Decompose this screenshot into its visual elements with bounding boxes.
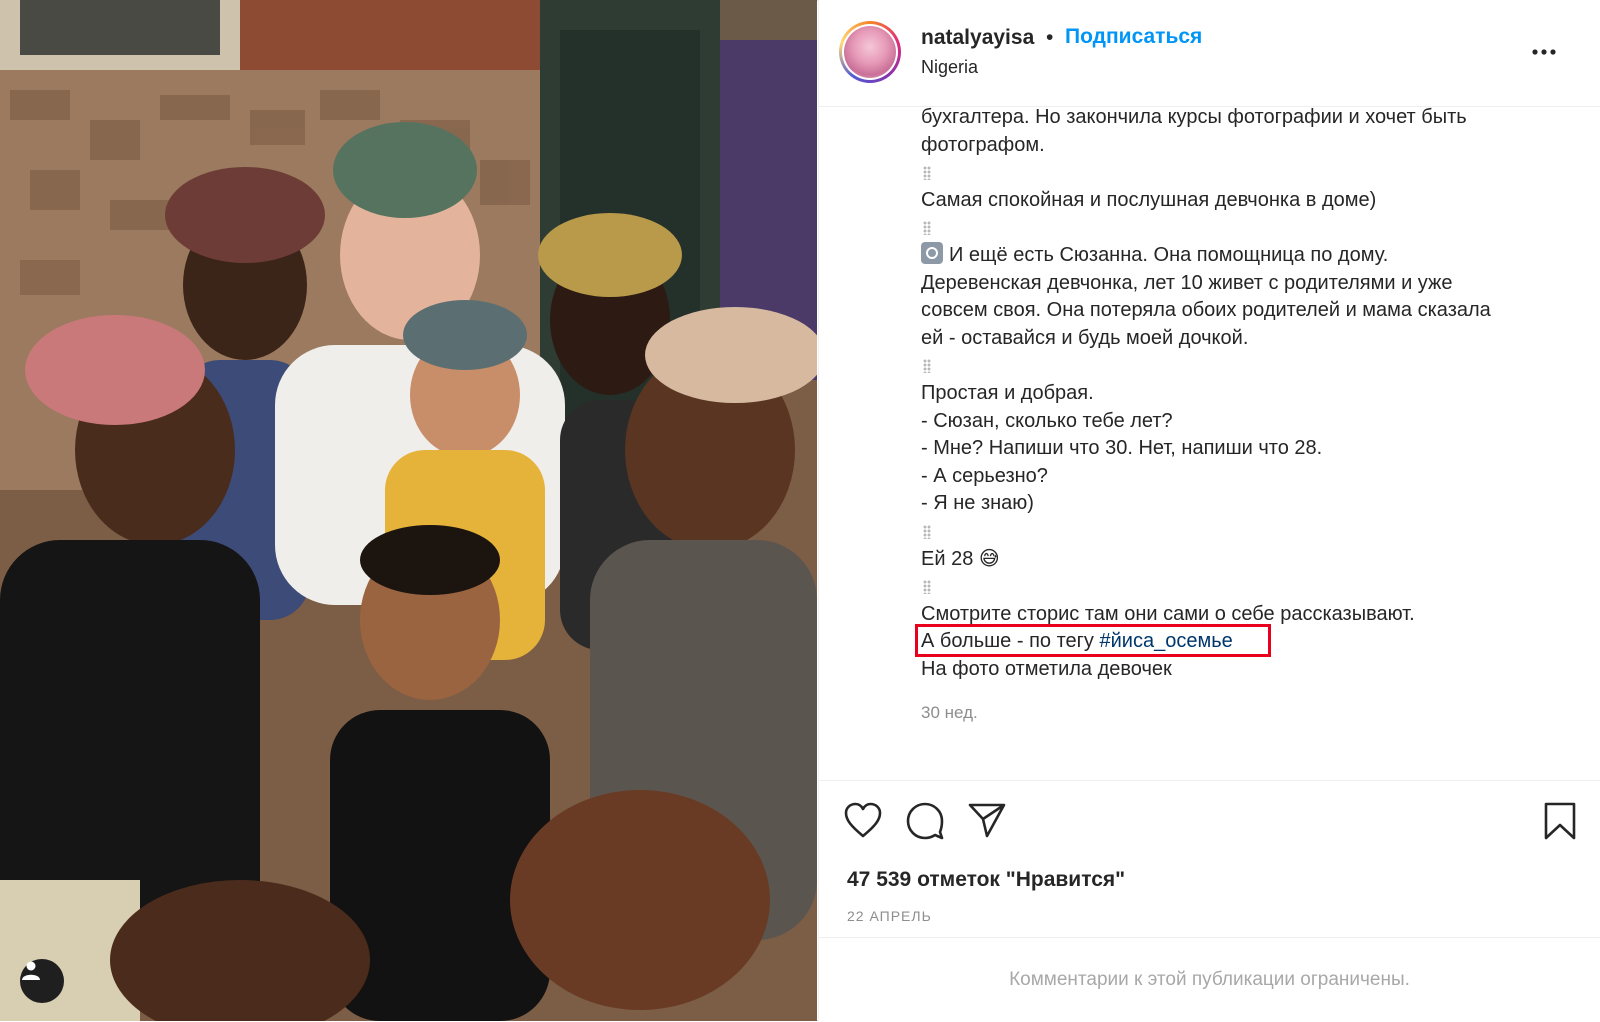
caption-line: И ещё есть Сюзанна. Она помощница по дом… xyxy=(921,241,1571,270)
avatar[interactable] xyxy=(839,21,901,83)
paper-plane-icon[interactable] xyxy=(967,801,1007,839)
action-bar xyxy=(819,780,1600,845)
caption-line: совсем своя. Она потеряла обоих родителе… xyxy=(921,299,1491,322)
caption-line: На фото отметила девочек xyxy=(921,657,1172,680)
follow-button[interactable]: Подписаться xyxy=(1065,25,1202,49)
avatar-image xyxy=(844,26,896,78)
hashtag-link[interactable]: #йиса_осемье xyxy=(1100,630,1233,652)
caption-line: - Сюзан, сколько тебе лет? xyxy=(921,409,1173,432)
caption-line: ей - оставайся и будь моей дочкой. xyxy=(921,326,1249,349)
caption-line: фотографом. xyxy=(921,133,1045,156)
dots-icon xyxy=(923,221,931,236)
caption-separator xyxy=(921,159,1571,187)
caption-line: бухгалтера. Но закончила курсы фотографи… xyxy=(921,106,1467,128)
photo-illustration xyxy=(0,0,817,1021)
caption-line: - А серьезно? xyxy=(921,464,1048,487)
comments-restricted-notice: Комментарии к этой публикации ограничены… xyxy=(1009,969,1410,990)
caption-line: Простая и добрая. xyxy=(921,381,1094,404)
caption-line: - Я не знаю) xyxy=(921,492,1034,515)
post-photo[interactable] xyxy=(0,0,817,1021)
caption-line: А больше - по тегу #йиса_осемье xyxy=(921,628,1571,656)
caption-text: И ещё есть Сюзанна. Она помощница по дом… xyxy=(949,243,1389,266)
dots-icon xyxy=(923,579,931,594)
record-button-emoji-icon xyxy=(921,241,943,264)
comment-bubble-icon[interactable] xyxy=(905,801,945,841)
caption-line: Смотрите сторис там они сами о себе расс… xyxy=(921,602,1415,625)
bookmark-icon[interactable] xyxy=(1543,801,1577,841)
dots-icon xyxy=(923,524,931,539)
caption-separator xyxy=(921,352,1571,380)
caption-separator xyxy=(921,518,1571,546)
post-header: natalyayisa • Подписаться Nigeria xyxy=(819,0,1600,107)
caption-separator xyxy=(921,214,1571,242)
post-caption: бухгалтера. Но закончила курсы фотографи… xyxy=(921,104,1571,683)
post-side-panel: natalyayisa • Подписаться Nigeria бухгал… xyxy=(818,0,1600,1021)
dots-icon xyxy=(923,359,931,374)
username-link[interactable]: natalyayisa xyxy=(921,26,1034,50)
dots-icon xyxy=(923,165,931,180)
header-separator: • xyxy=(1046,26,1054,49)
post-time-ago[interactable]: 30 нед. xyxy=(921,703,978,723)
caption-separator xyxy=(921,573,1571,601)
likes-count[interactable]: 47 539 отметок "Нравится" xyxy=(847,868,1125,892)
caption-line: Самая спокойная и послушная девчонка в д… xyxy=(921,188,1377,211)
caption-line: Ей 28 😅 xyxy=(921,547,1000,570)
caption-line: Деревенская девчонка, лет 10 живет с род… xyxy=(921,271,1453,294)
person-icon xyxy=(22,961,40,980)
more-dots-icon[interactable] xyxy=(1529,42,1559,62)
location-link[interactable]: Nigeria xyxy=(921,57,978,78)
tagged-users-button[interactable] xyxy=(20,959,64,1003)
heart-icon[interactable] xyxy=(843,801,883,839)
post-date: 22 АПРЕЛЬ xyxy=(847,908,932,924)
avatar-frame xyxy=(842,24,898,80)
caption-text: А больше - по тегу xyxy=(921,630,1100,653)
caption-line: - Мне? Напиши что 30. Нет, напиши что 28… xyxy=(921,437,1323,460)
comments-area: Комментарии к этой публикации ограничены… xyxy=(819,937,1600,1022)
